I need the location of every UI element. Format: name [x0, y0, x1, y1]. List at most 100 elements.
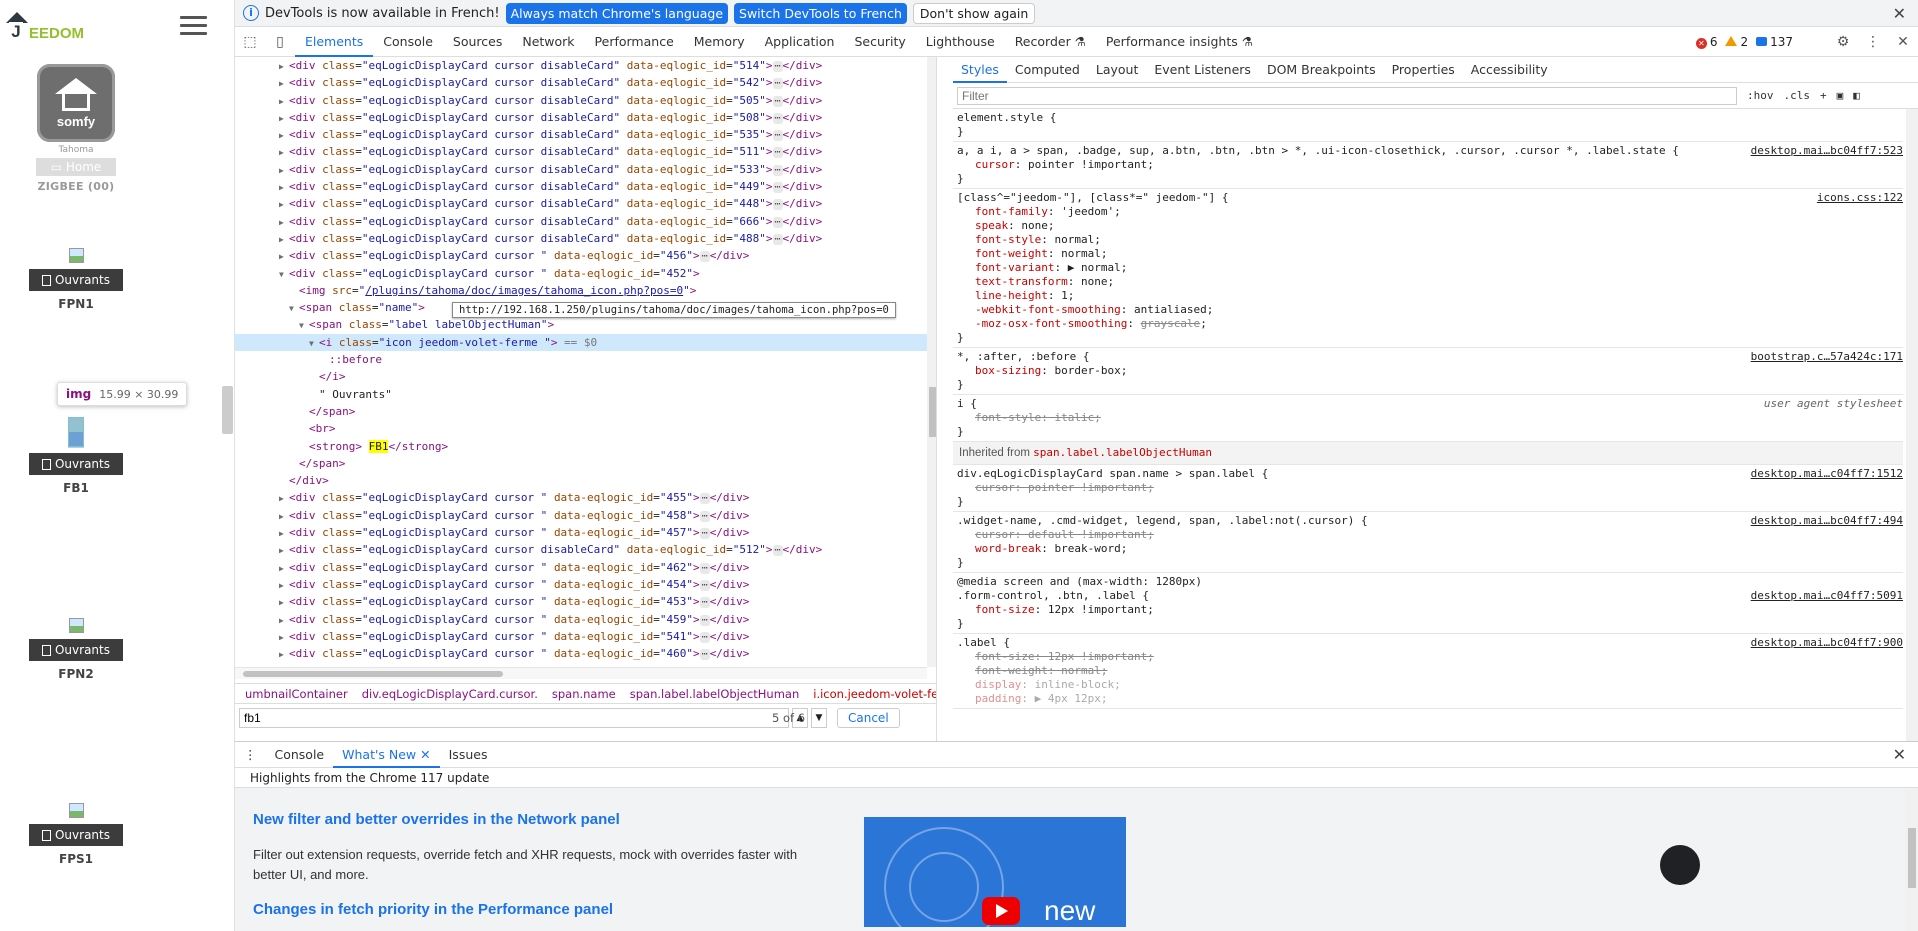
breadcrumb-item[interactable]: span.name: [552, 687, 616, 701]
feature-link-network[interactable]: New filter and better overrides in the N…: [253, 811, 620, 828]
dom-node-row[interactable]: ::before: [235, 351, 927, 368]
equipment-card-fpn2[interactable]: Ouvrants FPN2: [28, 618, 124, 681]
rule-source-link[interactable]: icons.css:122: [1817, 191, 1903, 205]
drawer-tab-whats-new[interactable]: What's New ✕: [333, 742, 440, 768]
equipment-card-fpn1[interactable]: Ouvrants FPN1: [28, 248, 124, 311]
dom-node-row[interactable]: ▶ <div class="eqLogicDisplayCard cursor "…: [235, 593, 927, 610]
dom-node-row[interactable]: ▶ <div class="eqLogicDisplayCard cursor d…: [235, 74, 927, 91]
hov-toggle[interactable]: :hov: [1747, 89, 1774, 102]
tab-console[interactable]: Console: [373, 27, 443, 57]
dom-node-row[interactable]: ▶ <div class="eqLogicDisplayCard cursor d…: [235, 109, 927, 126]
breadcrumb-item[interactable]: span.label.labelObjectHuman: [630, 687, 800, 701]
dom-node-row[interactable]: </span>: [235, 403, 927, 420]
drawer-menu-icon[interactable]: ⋮: [235, 742, 266, 768]
tab-event-listeners[interactable]: Event Listeners: [1146, 57, 1259, 83]
paint-icon[interactable]: ▣: [1837, 89, 1844, 102]
dom-node-row[interactable]: ▶ <div class="eqLogicDisplayCard cursor d…: [235, 92, 927, 109]
tab-properties[interactable]: Properties: [1384, 57, 1463, 83]
tab-network[interactable]: Network: [512, 27, 584, 57]
dom-node-row[interactable]: ▶ <div class="eqLogicDisplayCard cursor "…: [235, 489, 927, 506]
dom-node-row[interactable]: </div>: [235, 472, 927, 489]
close-icon[interactable]: ✕: [1893, 4, 1906, 23]
tab-computed[interactable]: Computed: [1007, 57, 1088, 83]
match-language-button[interactable]: Always match Chrome's language: [505, 2, 729, 24]
dom-node-row[interactable]: ▶ <div class="eqLogicDisplayCard cursor "…: [235, 645, 927, 662]
styles-filter-input[interactable]: [957, 86, 1737, 105]
dom-node-row[interactable]: <strong> FB1</strong>: [235, 438, 927, 455]
style-rule[interactable]: @media screen and (max-width: 1280px) .f…: [953, 573, 1903, 634]
equipment-card-fps1[interactable]: Ouvrants FPS1: [28, 803, 124, 866]
style-rule[interactable]: [class^="jeedom-"], [class*=" jeedom-"] …: [953, 189, 1903, 348]
jeedom-logo[interactable]: EEDOM: [6, 8, 84, 42]
breadcrumb-item[interactable]: i.icon.jeedom-volet-ferme.: [813, 687, 936, 701]
tab-recorder[interactable]: Recorder ⚗: [1005, 27, 1096, 57]
tab-lighthouse[interactable]: Lighthouse: [916, 27, 1005, 57]
dom-node-row[interactable]: </i>: [235, 368, 927, 385]
breadcrumb-item[interactable]: div.eqLogicDisplayCard.cursor.: [362, 687, 538, 701]
dom-node-row[interactable]: ▶ <div class="eqLogicDisplayCard cursor "…: [235, 247, 927, 264]
breadcrumb-item[interactable]: umbnailContainer: [245, 687, 348, 701]
drawer-tab-console[interactable]: Console: [266, 742, 334, 768]
dom-node-row[interactable]: ▶ <div class="eqLogicDisplayCard cursor "…: [235, 559, 927, 576]
dom-node-row[interactable]: ▶ <div class="eqLogicDisplayCard cursor d…: [235, 126, 927, 143]
tab-application[interactable]: Application: [755, 27, 845, 57]
dom-node-row[interactable]: ▼ <i class="icon jeedom-volet-ferme "> ==…: [235, 333, 927, 352]
dom-node-row[interactable]: ▶ <div class="eqLogicDisplayCard cursor d…: [235, 541, 927, 558]
cls-toggle[interactable]: .cls: [1784, 89, 1811, 102]
close-tab-icon[interactable]: ✕: [420, 747, 430, 762]
dom-node-row[interactable]: ▶ <div class="eqLogicDisplayCard cursor "…: [235, 524, 927, 541]
switch-french-button[interactable]: Switch DevTools to French: [734, 2, 907, 24]
drawer-scrollbar[interactable]: [1905, 788, 1918, 931]
dom-node-row[interactable]: ▶ <div class="eqLogicDisplayCard cursor d…: [235, 161, 927, 178]
rule-source-link[interactable]: desktop.mai…bc04ff7:494: [1751, 514, 1903, 528]
add-rule-icon[interactable]: +: [1820, 89, 1827, 102]
tree-vertical-scrollbar[interactable]: [927, 57, 936, 667]
styles-scrollbar[interactable]: [1906, 109, 1918, 741]
tree-horizontal-scrollbar[interactable]: [235, 667, 927, 679]
style-rule[interactable]: .widget-name, .cmd-widget, legend, span,…: [953, 512, 1903, 573]
tab-performance[interactable]: Performance: [585, 27, 684, 57]
issue-counters[interactable]: ✕ 6 2 137: [1695, 27, 1793, 57]
tab-performance-insights[interactable]: Performance insights ⚗: [1096, 27, 1263, 57]
style-rule[interactable]: div.eqLogicDisplayCard span.name > span.…: [953, 465, 1903, 512]
rule-source-link[interactable]: desktop.mai…bc04ff7:900: [1751, 636, 1903, 650]
tab-layout[interactable]: Layout: [1088, 57, 1147, 83]
dom-node-row[interactable]: </span>: [235, 455, 927, 472]
feature-link-performance[interactable]: Changes in fetch priority in the Perform…: [253, 901, 613, 918]
style-rule[interactable]: *, :after, :before { bootstrap.c…57a424c…: [953, 348, 1903, 395]
dom-node-row[interactable]: <br>: [235, 420, 927, 437]
dom-node-row[interactable]: ▶ <div class="eqLogicDisplayCard cursor d…: [235, 195, 927, 212]
gear-icon[interactable]: ⚙: [1828, 27, 1858, 57]
dom-node-row[interactable]: ▶ <div class="eqLogicDisplayCard cursor d…: [235, 143, 927, 160]
tahoma-plugin-card[interactable]: somfy Tahoma ▭ Home ZIGBEE (00): [28, 64, 124, 193]
style-rule[interactable]: i { user agent stylesheet font-style: it…: [953, 395, 1903, 442]
tab-styles[interactable]: Styles: [953, 57, 1007, 83]
style-rule[interactable]: .label { desktop.mai…bc04ff7:900 font-si…: [953, 634, 1903, 709]
device-toolbar-icon[interactable]: ▯: [265, 27, 295, 57]
dom-node-row[interactable]: ▶ <div class="eqLogicDisplayCard cursor "…: [235, 507, 927, 524]
dom-node-row[interactable]: ▶ <div class="eqLogicDisplayCard cursor d…: [235, 57, 927, 74]
rule-source-link[interactable]: desktop.mai…bc04ff7:523: [1751, 144, 1903, 158]
tab-security[interactable]: Security: [844, 27, 915, 57]
tab-memory[interactable]: Memory: [684, 27, 755, 57]
tab-dom-breakpoints[interactable]: DOM Breakpoints: [1259, 57, 1384, 83]
dom-node-row[interactable]: ▶ <div class="eqLogicDisplayCard cursor "…: [235, 576, 927, 593]
tab-accessibility[interactable]: Accessibility: [1463, 57, 1556, 83]
dom-node-row[interactable]: ▶ <div class="eqLogicDisplayCard cursor "…: [235, 628, 927, 645]
dom-node-row[interactable]: ▶ <div class="eqLogicDisplayCard cursor "…: [235, 611, 927, 628]
floating-action-button[interactable]: [1660, 845, 1700, 885]
rule-source-link[interactable]: desktop.mai…c04ff7:5091: [1751, 589, 1903, 603]
dom-node-row[interactable]: ▼ <div class="eqLogicDisplayCard cursor "…: [235, 265, 927, 282]
jeedom-scrollbar[interactable]: [222, 386, 233, 434]
tab-sources[interactable]: Sources: [443, 27, 512, 57]
close-drawer-icon[interactable]: ✕: [1893, 745, 1906, 764]
tab-elements[interactable]: Elements: [295, 27, 374, 57]
drawer-tab-issues[interactable]: Issues: [440, 742, 497, 768]
style-rule[interactable]: a, a i, a > span, .badge, sup, a.btn, .b…: [953, 142, 1903, 189]
style-rule[interactable]: element.style {}: [953, 109, 1903, 142]
search-cancel-button[interactable]: Cancel: [837, 707, 900, 728]
dom-tree[interactable]: ▶ <div class="eqLogicDisplayCard cursor d…: [235, 57, 927, 667]
dont-show-again-button[interactable]: Don't show again: [912, 2, 1036, 24]
hamburger-menu-icon[interactable]: [180, 16, 207, 36]
rule-source-link[interactable]: desktop.mai…c04ff7:1512: [1751, 467, 1903, 481]
